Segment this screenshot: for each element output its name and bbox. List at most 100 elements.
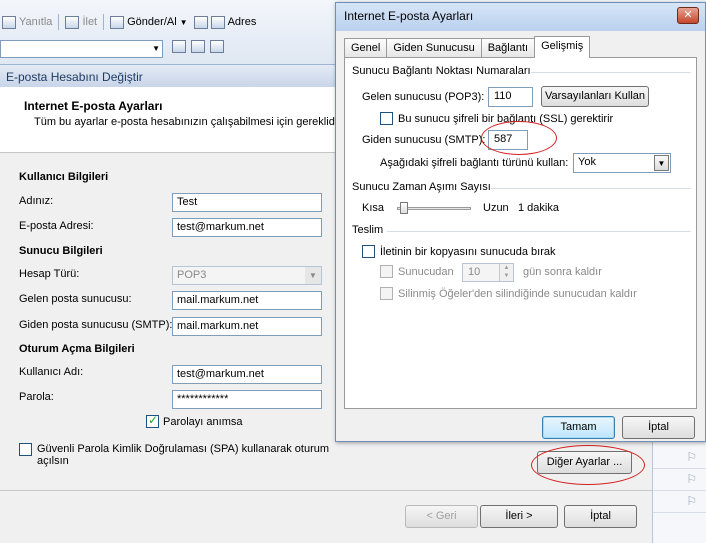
reply-icon [2,15,16,29]
remove-after-days-value: 10 [468,266,481,278]
group-divider [491,188,691,189]
timeout-slider-thumb[interactable] [400,202,409,214]
use-defaults-button[interactable]: Varsayılanları Kullan [541,86,649,107]
checkbox-icon [380,265,393,278]
book-icon [210,15,225,29]
address-label: Adres [227,16,257,28]
tab-connection[interactable]: Bağlantı [480,38,536,58]
list-item[interactable]: ⚐ [653,469,706,491]
remember-password-checkbox[interactable]: Parolayı anımsa [146,413,243,428]
forward-label: İlet [82,16,98,28]
ok-button[interactable]: Tamam [542,416,615,439]
name-field[interactable]: Test [172,193,322,212]
smtp-port-field[interactable]: 587 [488,130,528,150]
find-icon[interactable] [210,40,224,53]
grid-icon[interactable] [172,40,186,53]
address-book-button[interactable]: Adres [193,15,257,29]
forward-icon [65,15,80,29]
timeout-value: 1 dakika [518,202,559,214]
divider [0,490,652,491]
ssl-checkbox[interactable]: Bu sunucu şifreli bir bağlantı (SSL) ger… [380,112,613,125]
tab-general[interactable]: Genel [344,38,388,58]
settings-dialog-titlebar: Internet E-posta Ayarları [336,3,705,31]
incoming-server-label: Gelen posta sunucusu: [19,293,132,305]
outgoing-server-label: Giden posta sunucusu (SMTP): [19,319,173,331]
secondary-toolbar [172,40,224,53]
settings-dialog-title: Internet E-posta Ayarları [344,9,474,23]
tab-outgoing-server[interactable]: Giden Sunucusu [386,38,482,58]
remove-after-checkbox: Sunucudan [380,265,454,278]
ports-group-title: Sunucu Bağlantı Noktası Numaraları [352,65,531,77]
checkbox-icon [362,245,375,258]
standard-toolbar: Yanıtla İlet Gönder/Al ▼ Adres [0,11,256,33]
toolbar-separator [58,14,60,30]
email-field[interactable]: test@markum.net [172,218,322,237]
leave-copy-checkbox[interactable]: İletinin bir kopyasını sunucuda bırak [362,245,556,258]
forward-button[interactable]: İlet [65,15,98,29]
settings-cancel-button[interactable]: İptal [622,416,695,439]
user-info-title: Kullanıcı Bilgileri [19,171,109,183]
email-label: E-posta Adresi: [19,220,94,232]
outgoing-server-field[interactable]: mail.markum.net [172,317,322,336]
spa-label-line2: açılsın [37,455,69,467]
header-title: Internet E-posta Ayarları [24,99,163,113]
cancel-button[interactable]: İptal [564,505,637,528]
encryption-type-value: Yok [578,156,596,168]
group-divider [531,72,691,73]
encryption-type-select[interactable]: Yok ▼ [573,153,671,173]
internet-email-settings-dialog: Internet E-posta Ayarları ✕ Genel Giden … [335,2,706,442]
account-type-select: POP3 ▼ [172,266,322,285]
pop3-port-field[interactable]: 110 [488,87,533,107]
header-description: Tüm bu ayarlar e-posta hesabınızın çalış… [34,116,338,128]
list-item[interactable]: ⚐ [653,491,706,513]
timeout-long-label: Uzun [483,202,509,214]
name-label: Adınız: [19,195,54,207]
encryption-type-label: Aşağıdaki şifreli bağlantı türünü kullan… [380,157,569,169]
more-settings-button[interactable]: Diğer Ayarlar ... [537,451,632,474]
logon-info-title: Oturum Açma Bilgileri [19,343,135,355]
checkbox-icon [380,287,393,300]
password-field[interactable]: ************ [172,390,322,409]
username-field[interactable]: test@markum.net [172,365,322,384]
list-item[interactable]: ⚐ [653,447,706,469]
chevron-down-icon: ▼ [654,155,669,171]
group-divider [387,231,691,232]
close-button[interactable]: ✕ [677,7,699,24]
sendreceive-icon [110,15,125,29]
incoming-server-field[interactable]: mail.markum.net [172,291,322,310]
remember-password-label: Parolayı anımsa [163,415,243,428]
rules-icon[interactable] [191,40,205,53]
remove-deleted-label: Silinmiş Öğeler'den silindiğinde sunucud… [398,287,637,300]
days-after-label: gün sonra kaldır [523,266,602,278]
smtp-port-label: Giden sunucusu (SMTP): [362,134,486,146]
flag-icon: ⚐ [686,472,697,486]
delivery-group-title: Teslim [352,224,384,236]
toolbar-separator [103,14,105,30]
next-button[interactable]: İleri > [480,505,558,528]
flag-icon: ⚐ [686,494,697,508]
timeout-group-title: Sunucu Zaman Aşımı Sayısı [352,181,491,193]
spa-label-line1: Güvenli Parola Kimlik Doğrulaması (SPA) … [37,443,330,455]
ssl-label: Bu sunucu şifreli bir bağlantı (SSL) ger… [398,112,614,125]
spa-checkbox[interactable]: Güvenli Parola Kimlik Doğrulaması (SPA) … [19,443,329,467]
checkbox-icon [380,112,393,125]
back-button[interactable]: < Geri [405,505,478,528]
server-info-title: Sunucu Bilgileri [19,245,103,257]
spinner-arrows-icon: ▲ ▼ [499,264,513,281]
flag-icon: ⚐ [686,450,697,464]
account-type-label: Hesap Türü: [19,268,80,280]
close-icon: ✕ [683,9,693,21]
leave-copy-label: İletinin bir kopyasını sunucuda bırak [380,245,556,258]
reply-label: Yanıtla [19,16,53,28]
dropdown-arrow-icon: ▼ [179,17,188,27]
spa-label: Güvenli Parola Kimlik Doğrulaması (SPA) … [37,443,329,467]
search-combo[interactable]: ▼ [0,40,163,58]
sendreceive-button[interactable]: Gönder/Al ▼ [110,15,188,29]
settings-tabs: Genel Giden Sunucusu Bağlantı Gelişmiş [344,36,591,58]
sendreceive-label: Gönder/Al [127,16,177,28]
address-book-icon [193,15,208,29]
tab-advanced[interactable]: Gelişmiş [534,36,591,58]
reply-button[interactable]: Yanıtla [2,15,53,29]
checkbox-icon [19,443,32,456]
timeout-short-label: Kısa [362,202,385,214]
